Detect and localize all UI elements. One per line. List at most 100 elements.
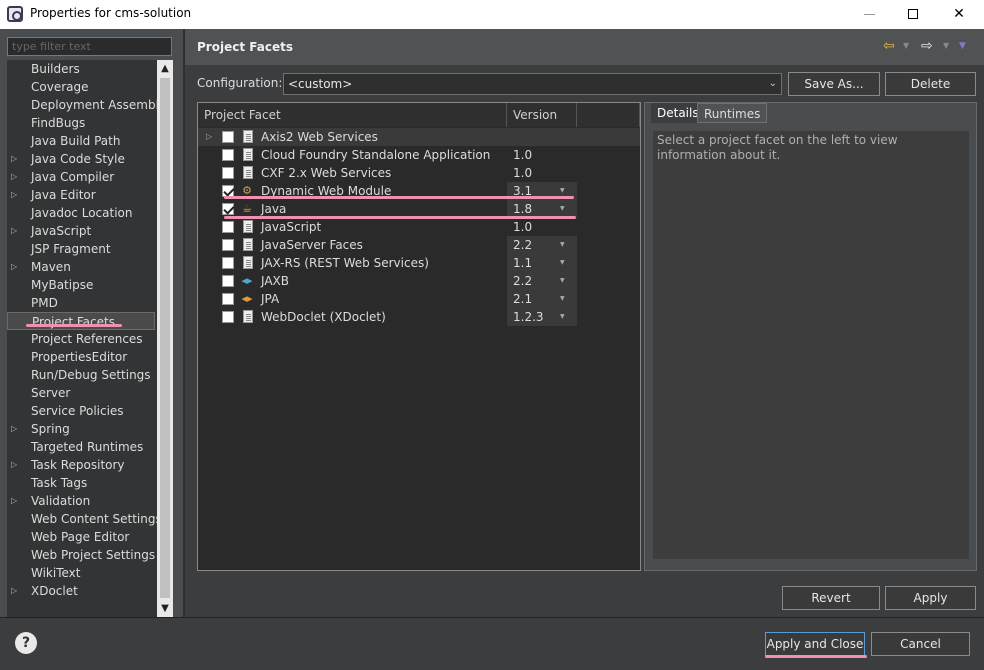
- sidebar-item[interactable]: Java Build Path: [7, 132, 155, 150]
- facet-row[interactable]: CXF 2.x Web Services 1.0: [198, 164, 640, 182]
- sidebar-item[interactable]: Server: [7, 384, 155, 402]
- sidebar-item[interactable]: MyBatipse: [7, 276, 155, 294]
- sidebar-item[interactable]: ▷ Java Code Style: [7, 150, 155, 168]
- expand-arrow-icon[interactable]: ▷: [11, 168, 17, 186]
- facet-checkbox[interactable]: [222, 311, 234, 323]
- sidebar-scrollbar[interactable]: ▲ ▼: [157, 60, 173, 617]
- sidebar-item[interactable]: ▷ Maven: [7, 258, 155, 276]
- sidebar-item[interactable]: FindBugs: [7, 114, 155, 132]
- configuration-label: Configuration:: [197, 76, 283, 90]
- eclipse-app-icon: [7, 6, 23, 22]
- version-dropdown-icon[interactable]: ▼: [560, 272, 565, 290]
- expand-arrow-icon[interactable]: ▷: [11, 420, 17, 438]
- expand-arrow-icon[interactable]: ▷: [11, 582, 17, 600]
- annotation-underline-java: [224, 216, 576, 219]
- sidebar-item[interactable]: ▷ XDoclet: [7, 582, 155, 600]
- expand-arrow-icon[interactable]: ▷: [11, 492, 17, 510]
- forward-dropdown-icon[interactable]: ▼: [943, 41, 949, 50]
- facet-row[interactable]: ◂▸ JPA 2.1 ▼: [198, 290, 640, 308]
- scroll-up-icon[interactable]: ▲: [157, 60, 173, 77]
- cancel-button[interactable]: Cancel: [871, 632, 970, 656]
- facet-checkbox[interactable]: [222, 167, 234, 179]
- column-header-version[interactable]: Version: [507, 103, 577, 127]
- facet-row[interactable]: JAX-RS (REST Web Services) 1.1 ▼: [198, 254, 640, 272]
- expand-arrow-icon[interactable]: ▷: [11, 456, 17, 474]
- maximize-button[interactable]: [890, 0, 936, 29]
- expand-arrow-icon[interactable]: ▷: [11, 186, 17, 204]
- facet-row[interactable]: JavaServer Faces 2.2 ▼: [198, 236, 640, 254]
- sidebar-item[interactable]: JSP Fragment: [7, 240, 155, 258]
- save-as-button[interactable]: Save As...: [788, 72, 880, 96]
- sidebar-item-label: Web Page Editor: [31, 530, 130, 544]
- sidebar-item[interactable]: Web Content Settings: [7, 510, 157, 528]
- sidebar-item[interactable]: ▷ Task Repository: [7, 456, 155, 474]
- expand-arrow-icon[interactable]: ▷: [206, 128, 212, 146]
- version-dropdown-icon[interactable]: ▼: [560, 290, 565, 308]
- sidebar-item-label: JSP Fragment: [31, 242, 111, 256]
- expand-arrow-icon[interactable]: ▷: [11, 258, 17, 276]
- facet-row[interactable]: ◂▸ JAXB 2.2 ▼: [198, 272, 640, 290]
- sidebar-item[interactable]: Web Page Editor: [7, 528, 155, 546]
- facet-name: JAXB: [261, 274, 289, 288]
- back-arrow-icon[interactable]: ⇦: [883, 38, 895, 54]
- facet-checkbox[interactable]: [222, 203, 234, 215]
- sidebar-item[interactable]: Project References: [7, 330, 155, 348]
- facet-checkbox[interactable]: [222, 221, 234, 233]
- sidebar-item[interactable]: Service Policies: [7, 402, 155, 420]
- sidebar-item[interactable]: Task Tags: [7, 474, 155, 492]
- sidebar-item[interactable]: WikiText: [7, 564, 155, 582]
- sidebar-item[interactable]: Coverage: [7, 78, 155, 96]
- minimize-button[interactable]: [846, 0, 892, 29]
- sidebar-item[interactable]: PMD: [7, 294, 155, 312]
- apply-button[interactable]: Apply: [885, 586, 976, 610]
- facet-checkbox[interactable]: [222, 131, 234, 143]
- version-dropdown-icon[interactable]: ▼: [560, 254, 565, 272]
- scroll-down-icon[interactable]: ▼: [157, 600, 173, 617]
- sidebar-item[interactable]: ▷ Validation: [7, 492, 155, 510]
- version-dropdown-icon[interactable]: ▼: [560, 236, 565, 254]
- sidebar-item[interactable]: PropertiesEditor: [7, 348, 155, 366]
- column-header-facet[interactable]: Project Facet: [198, 103, 507, 127]
- sidebar-item-label: Service Policies: [31, 404, 124, 418]
- sidebar-item[interactable]: ▷ Java Compiler: [7, 168, 155, 186]
- sidebar-item[interactable]: ▷ JavaScript: [7, 222, 155, 240]
- sidebar-item[interactable]: ▷ Java Editor: [7, 186, 155, 204]
- sidebar-item[interactable]: Project Facets: [7, 312, 155, 330]
- back-dropdown-icon[interactable]: ▼: [903, 41, 909, 50]
- tab-runtimes[interactable]: Runtimes: [697, 103, 768, 123]
- view-menu-icon[interactable]: ▼: [959, 41, 966, 51]
- facet-checkbox[interactable]: [222, 293, 234, 305]
- expand-arrow-icon[interactable]: ▷: [11, 222, 17, 240]
- facet-row[interactable]: WebDoclet (XDoclet) 1.2.3 ▼: [198, 308, 640, 326]
- main-panel: Project Facets ⇦ ▼ ⇨ ▼ ▼ Configuration: …: [185, 29, 984, 617]
- sidebar-item[interactable]: Builders: [7, 60, 155, 78]
- sidebar-item[interactable]: Run/Debug Settings: [7, 366, 155, 384]
- window-titlebar: Properties for cms-solution ✕: [0, 0, 984, 29]
- facet-row[interactable]: JavaScript 1.0: [198, 218, 640, 236]
- facet-checkbox[interactable]: [222, 275, 234, 287]
- facet-checkbox[interactable]: [222, 239, 234, 251]
- sidebar-item[interactable]: Targeted Runtimes: [7, 438, 155, 456]
- sidebar-item[interactable]: Javadoc Location: [7, 204, 155, 222]
- apply-and-close-button[interactable]: Apply and Close: [765, 632, 865, 656]
- sidebar-item[interactable]: ▷ Spring: [7, 420, 155, 438]
- sidebar-item-label: Project References: [31, 332, 143, 346]
- configuration-select[interactable]: <custom> ⌄: [283, 73, 782, 95]
- facet-checkbox[interactable]: [222, 149, 234, 161]
- facet-row[interactable]: Cloud Foundry Standalone Application 1.0: [198, 146, 640, 164]
- delete-button[interactable]: Delete: [885, 72, 976, 96]
- revert-button[interactable]: Revert: [782, 586, 880, 610]
- forward-arrow-icon[interactable]: ⇨: [921, 38, 933, 54]
- scroll-thumb[interactable]: [160, 78, 170, 598]
- facet-checkbox[interactable]: [222, 257, 234, 269]
- column-header-empty: [577, 103, 640, 127]
- facet-row[interactable]: ▷ Axis2 Web Services: [198, 128, 640, 146]
- sidebar-item[interactable]: Deployment Assembly: [7, 96, 157, 114]
- filter-input[interactable]: type filter text: [7, 37, 172, 56]
- sidebar-item[interactable]: Web Project Settings: [7, 546, 155, 564]
- sidebar-item-label: Spring: [31, 422, 70, 436]
- help-icon[interactable]: ?: [15, 632, 37, 654]
- expand-arrow-icon[interactable]: ▷: [11, 150, 17, 168]
- close-button[interactable]: ✕: [936, 0, 982, 29]
- version-dropdown-icon[interactable]: ▼: [560, 308, 565, 326]
